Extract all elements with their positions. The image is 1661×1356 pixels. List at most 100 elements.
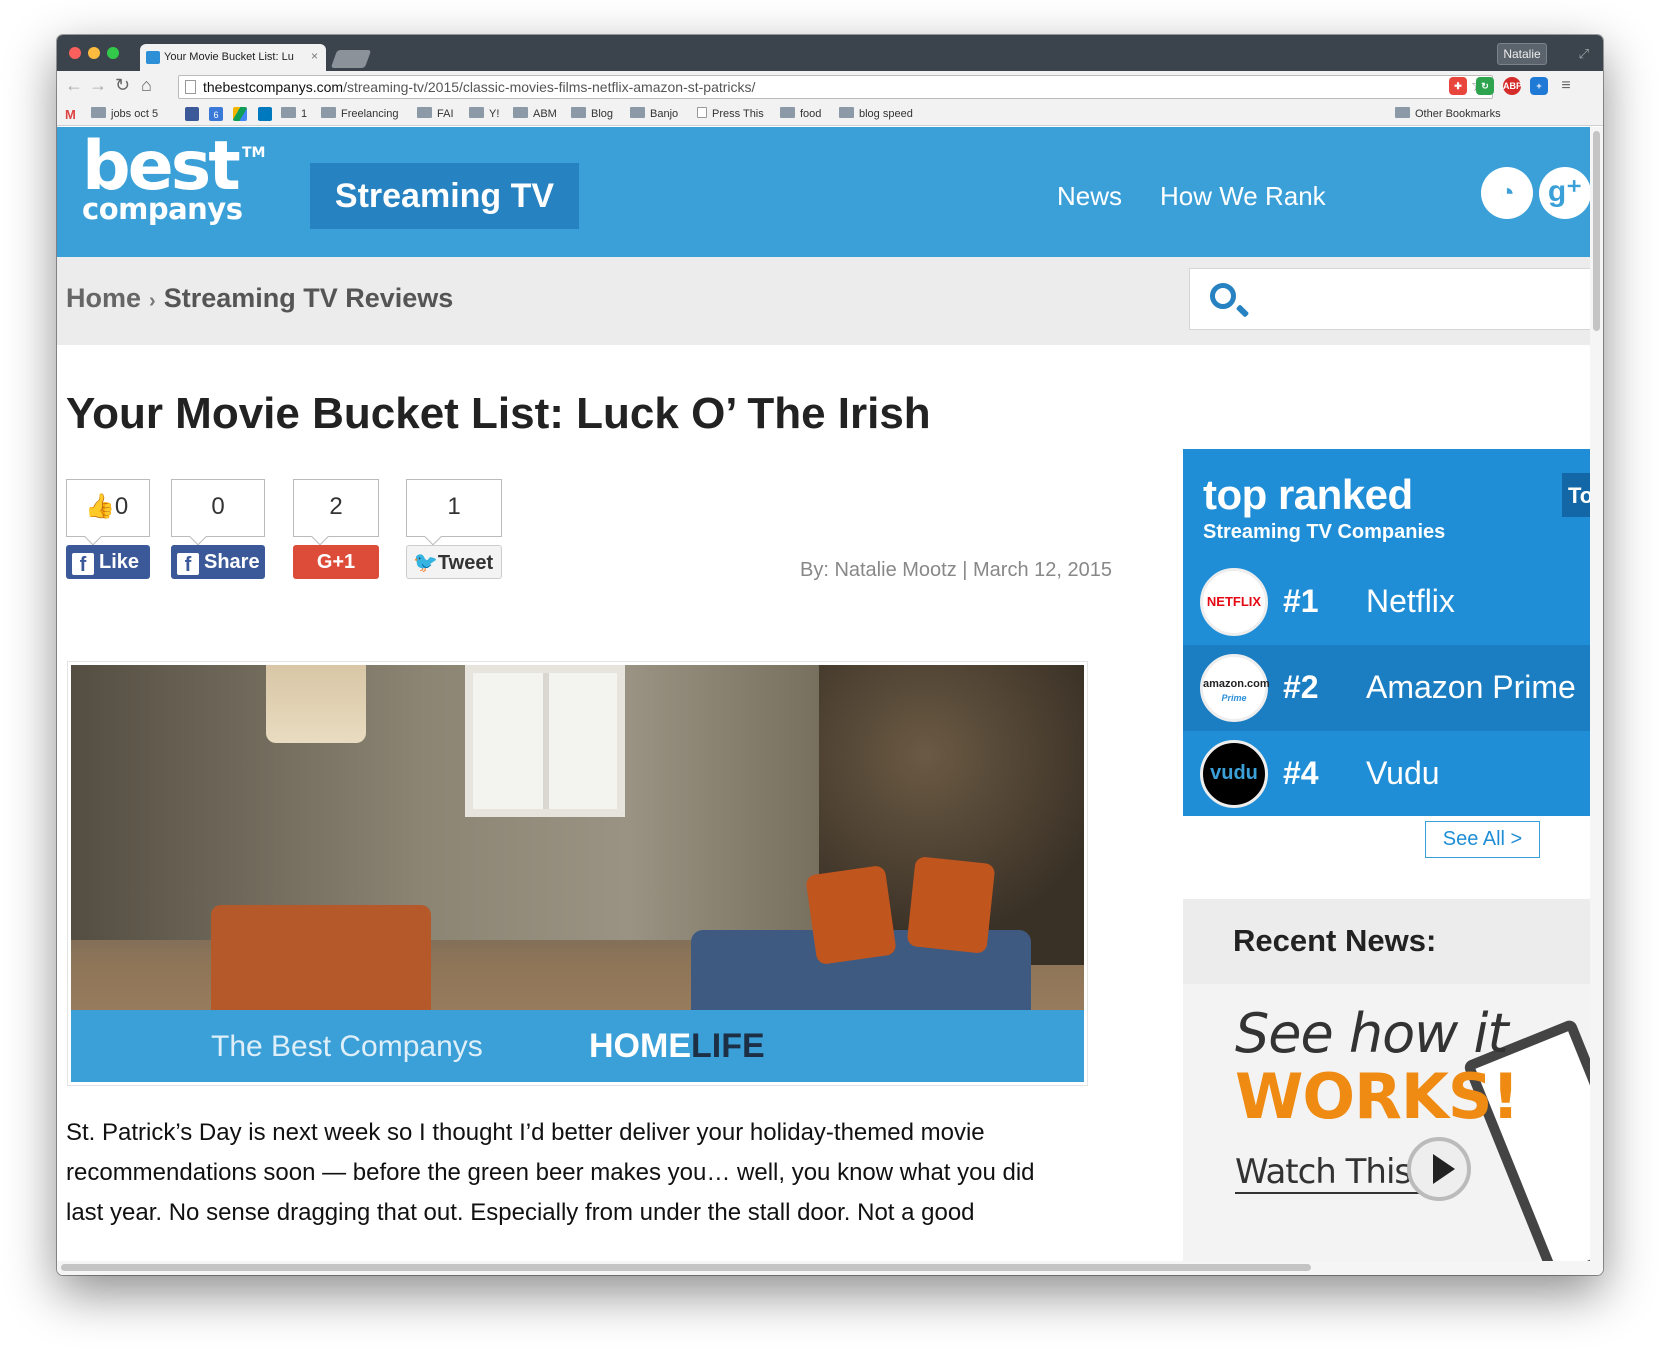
gmail-icon[interactable]: M bbox=[65, 107, 79, 122]
new-tab-button[interactable] bbox=[330, 50, 372, 68]
article-title: Your Movie Bucket List: Luck O’ The Iris… bbox=[66, 389, 931, 438]
folder-icon bbox=[321, 107, 336, 118]
breadcrumb: Home › Streaming TV Reviews bbox=[66, 283, 453, 314]
minimize-window-button[interactable] bbox=[88, 47, 100, 59]
bookmark-press-this[interactable]: Press This bbox=[697, 107, 764, 120]
top-ranked-title: top ranked bbox=[1203, 471, 1413, 518]
site-favicon-icon bbox=[146, 51, 160, 64]
menu-icon[interactable]: ≡ bbox=[1557, 77, 1575, 95]
banner-brand: The Best Companys bbox=[211, 1030, 483, 1063]
living-room-photo: The Best Companys HOMELIFE bbox=[71, 665, 1084, 1082]
vudu-logo-icon: vudu bbox=[1200, 740, 1268, 808]
ranked-item-amazon[interactable]: amazon.com Prime #2 Amazon Prime bbox=[1183, 645, 1590, 731]
trello-icon[interactable] bbox=[258, 107, 272, 121]
vertical-scroll-thumb[interactable] bbox=[1593, 131, 1600, 331]
home-icon[interactable]: ⌂ bbox=[141, 75, 152, 96]
article-body: St. Patrick’s Day is next week so I thou… bbox=[66, 1119, 1035, 1226]
bookmark-banjo[interactable]: Banjo bbox=[630, 107, 678, 120]
folder-icon bbox=[417, 107, 432, 118]
tab-close-icon[interactable]: × bbox=[311, 49, 318, 63]
bookmark-freelancing[interactable]: Freelancing bbox=[321, 107, 398, 120]
reload-icon[interactable]: ↻ bbox=[115, 75, 130, 96]
tab-title: Your Movie Bucket List: Lu bbox=[164, 51, 294, 63]
bookmark-blog-speed[interactable]: blog speed bbox=[839, 107, 913, 120]
folder-icon bbox=[281, 107, 296, 118]
top-ranked-tab[interactable]: To bbox=[1562, 473, 1590, 517]
bookmark-yahoo[interactable]: Y! bbox=[469, 107, 499, 120]
breadcrumb-home[interactable]: Home bbox=[66, 283, 141, 313]
drive-icon[interactable] bbox=[233, 107, 247, 121]
site-logo[interactable]: best companys TM bbox=[82, 133, 265, 224]
top-ranked-panel: top ranked Streaming TV Companies To NET… bbox=[1183, 449, 1590, 816]
window-icon bbox=[465, 665, 625, 817]
bookmark-blog[interactable]: Blog bbox=[571, 107, 613, 120]
search-icon[interactable] bbox=[1210, 283, 1236, 309]
play-icon[interactable] bbox=[1407, 1137, 1471, 1201]
like-count: 👍0 bbox=[66, 479, 150, 537]
banner-home-life: HOMELIFE bbox=[589, 1027, 765, 1065]
folder-icon bbox=[91, 107, 106, 118]
page-icon bbox=[185, 80, 196, 94]
tab-strip: Your Movie Bucket List: Lu × Natalie ⤢ bbox=[57, 35, 1603, 71]
thumbs-up-icon: 👍 bbox=[85, 493, 115, 520]
netflix-logo-icon: NETFLIX bbox=[1200, 568, 1268, 636]
search-input[interactable] bbox=[1189, 268, 1590, 330]
breadcrumb-bar: Home › Streaming TV Reviews bbox=[57, 257, 1590, 345]
profile-button[interactable]: Natalie bbox=[1497, 43, 1547, 65]
bookmark-phone-icon[interactable] bbox=[185, 107, 199, 121]
promo-see-how-it-works[interactable]: See how it WORKS! Watch This! bbox=[1183, 984, 1590, 1263]
bookmarks-bar: M jobs oct 5 6 1 Freelancing FAI Y! ABM … bbox=[57, 102, 1603, 126]
folder-icon bbox=[1395, 107, 1410, 118]
breadcrumb-current[interactable]: Streaming TV Reviews bbox=[164, 283, 454, 313]
url-path: /streaming-tv/2015/classic-movies-films-… bbox=[343, 79, 756, 95]
folder-icon bbox=[513, 107, 528, 118]
breadcrumb-separator-icon: › bbox=[149, 290, 156, 312]
top-ranked-subtitle: Streaming TV Companies bbox=[1203, 521, 1446, 543]
nav-how-we-rank[interactable]: How We Rank bbox=[1160, 181, 1326, 212]
horizontal-scrollbar[interactable] bbox=[57, 1261, 1603, 1275]
see-all-button[interactable]: See All > bbox=[1425, 821, 1540, 858]
horizontal-scroll-thumb[interactable] bbox=[61, 1264, 1311, 1271]
fullscreen-icon[interactable]: ⤢ bbox=[1579, 46, 1589, 62]
folder-icon bbox=[839, 107, 854, 118]
tweet-count: 1 bbox=[406, 479, 502, 537]
lamp-icon bbox=[266, 665, 366, 743]
adblock-icon[interactable]: ABP bbox=[1503, 77, 1522, 95]
tab-active[interactable]: Your Movie Bucket List: Lu × bbox=[140, 44, 326, 71]
hero-banner: The Best Companys HOMELIFE bbox=[71, 1010, 1084, 1082]
folder-icon bbox=[630, 107, 645, 118]
bookmark-jobs[interactable]: jobs oct 5 bbox=[91, 107, 158, 120]
extension-green-icon[interactable]: ↻ bbox=[1476, 77, 1494, 95]
extension-plus-icon[interactable]: + bbox=[1530, 77, 1548, 95]
bookmark-1[interactable]: 1 bbox=[281, 107, 307, 120]
bookmark-food[interactable]: food bbox=[780, 107, 821, 120]
ranked-item-vudu[interactable]: vudu #4 Vudu bbox=[1183, 731, 1590, 817]
vertical-scrollbar[interactable] bbox=[1590, 127, 1603, 1263]
browser-window: Your Movie Bucket List: Lu × Natalie ⤢ ←… bbox=[57, 35, 1603, 1275]
browser-toolbar: ← → ↻ ⌂ thebestcompanys.com/streaming-tv… bbox=[57, 71, 1603, 102]
folder-icon bbox=[571, 107, 586, 118]
watch-this-link[interactable]: Watch This! bbox=[1235, 1152, 1425, 1194]
folder-icon bbox=[780, 107, 795, 118]
category-button[interactable]: Streaming TV bbox=[310, 163, 579, 229]
close-window-button[interactable] bbox=[69, 47, 81, 59]
calendar-icon[interactable]: 6 bbox=[209, 107, 223, 121]
site-header: best companys TM Streaming TV News How W… bbox=[57, 127, 1590, 257]
recent-news-header: Recent News: bbox=[1183, 899, 1590, 984]
ranked-item-netflix[interactable]: NETFLIX #1 Netflix bbox=[1183, 559, 1590, 645]
google-plus-icon[interactable]: g⁺ bbox=[1539, 167, 1590, 219]
address-bar[interactable]: thebestcompanys.com/streaming-tv/2015/cl… bbox=[178, 75, 1493, 99]
zoom-window-button[interactable] bbox=[107, 47, 119, 59]
rss-icon[interactable]: ◔ bbox=[1481, 167, 1533, 219]
nav-news[interactable]: News bbox=[1057, 181, 1122, 212]
amazon-logo-icon: amazon.com Prime bbox=[1200, 654, 1270, 722]
recent-news-title: Recent News: bbox=[1233, 923, 1437, 958]
extension-red-icon[interactable]: ✚ bbox=[1449, 77, 1467, 95]
bookmark-fai[interactable]: FAI bbox=[417, 107, 454, 120]
bookmark-other[interactable]: Other Bookmarks bbox=[1395, 107, 1501, 120]
back-icon[interactable]: ← bbox=[65, 75, 83, 96]
forward-icon[interactable]: → bbox=[89, 75, 107, 96]
article-byline: By: Natalie Mootz | March 12, 2015 bbox=[799, 559, 1112, 581]
url-domain: thebestcompanys.com bbox=[203, 79, 344, 95]
bookmark-abm[interactable]: ABM bbox=[513, 107, 557, 120]
